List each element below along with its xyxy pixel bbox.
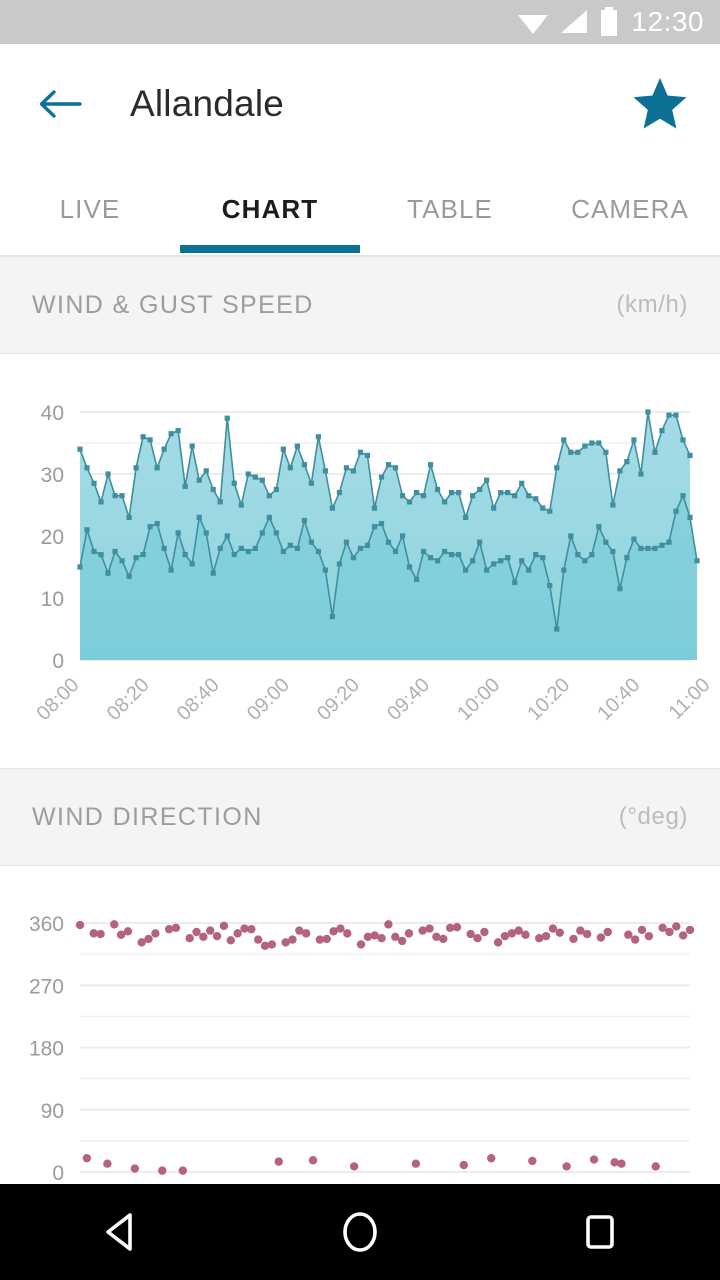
circle-home-icon — [343, 1212, 377, 1252]
tab-chart[interactable]: CHART — [180, 163, 360, 255]
status-clock: 12:30 — [631, 6, 704, 37]
section-unit: (°deg) — [618, 803, 688, 830]
active-tab-indicator — [180, 245, 360, 253]
svg-text:270: 270 — [29, 975, 64, 998]
star-icon — [633, 77, 687, 128]
section-title: WIND & GUST SPEED — [32, 290, 314, 319]
wifi-icon — [518, 15, 549, 34]
tab-table[interactable]: TABLE — [360, 163, 540, 255]
svg-text:08:20: 08:20 — [103, 674, 154, 725]
triangle-back-icon — [106, 1213, 132, 1251]
wind-direction-chart[interactable]: 0 90 180 270 360 — [0, 866, 720, 1184]
wind-direction-plot: 0 90 180 270 360 — [29, 913, 695, 1184]
svg-text:30: 30 — [41, 464, 64, 487]
tab-live[interactable]: LIVE — [0, 163, 180, 255]
favorite-button[interactable] — [628, 72, 692, 136]
section-header-wind-direction: WIND DIRECTION (°deg) — [0, 768, 720, 866]
app-bar: Allandale — [0, 44, 720, 163]
svg-text:10:20: 10:20 — [523, 674, 574, 725]
section-header-wind-gust-speed: WIND & GUST SPEED (km/h) — [0, 256, 720, 354]
svg-text:09:00: 09:00 — [243, 674, 294, 725]
section-unit: (km/h) — [616, 291, 688, 318]
svg-text:180: 180 — [29, 1038, 64, 1061]
recents-nav-button[interactable] — [552, 1184, 648, 1280]
arrow-left-icon — [39, 89, 82, 118]
svg-text:40: 40 — [41, 402, 64, 425]
svg-text:0: 0 — [52, 1162, 64, 1184]
svg-text:10:00: 10:00 — [453, 674, 504, 725]
tab-camera[interactable]: CAMERA — [540, 163, 720, 255]
svg-text:08:40: 08:40 — [173, 674, 224, 725]
svg-text:09:40: 09:40 — [383, 674, 434, 725]
page-title: Allandale — [130, 82, 285, 124]
back-button[interactable] — [24, 68, 96, 140]
svg-text:360: 360 — [29, 913, 64, 936]
app-screen: 12:30 Allandale LIVE CHART TABLE CAMERA … — [0, 0, 720, 1280]
wind-gust-speed-plot: 0 10 20 30 40 08:00 08:20 08:40 09:00 09:20 09:40 1… — [33, 402, 715, 725]
status-bar: 12:30 — [0, 0, 720, 44]
svg-text:11:00: 11:00 — [665, 674, 715, 724]
svg-text:10:40: 10:40 — [593, 674, 644, 725]
svg-text:0: 0 — [52, 650, 64, 673]
svg-text:90: 90 — [41, 1100, 64, 1123]
square-recents-icon — [586, 1215, 614, 1249]
android-nav-bar — [0, 1184, 720, 1280]
battery-icon — [601, 7, 618, 36]
back-nav-button[interactable] — [72, 1184, 168, 1280]
wind-gust-speed-chart[interactable]: 0 10 20 30 40 08:00 08:20 08:40 09:00 09:20 09:40 1… — [0, 354, 720, 768]
section-title: WIND DIRECTION — [32, 802, 263, 831]
svg-text:20: 20 — [41, 526, 64, 549]
status-icons — [517, 7, 619, 37]
svg-text:09:20: 09:20 — [313, 674, 364, 725]
home-nav-button[interactable] — [312, 1184, 408, 1280]
signal-icon — [561, 10, 588, 33]
svg-text:10: 10 — [41, 588, 64, 611]
tab-bar: LIVE CHART TABLE CAMERA — [0, 163, 720, 255]
svg-text:08:00: 08:00 — [33, 674, 84, 725]
